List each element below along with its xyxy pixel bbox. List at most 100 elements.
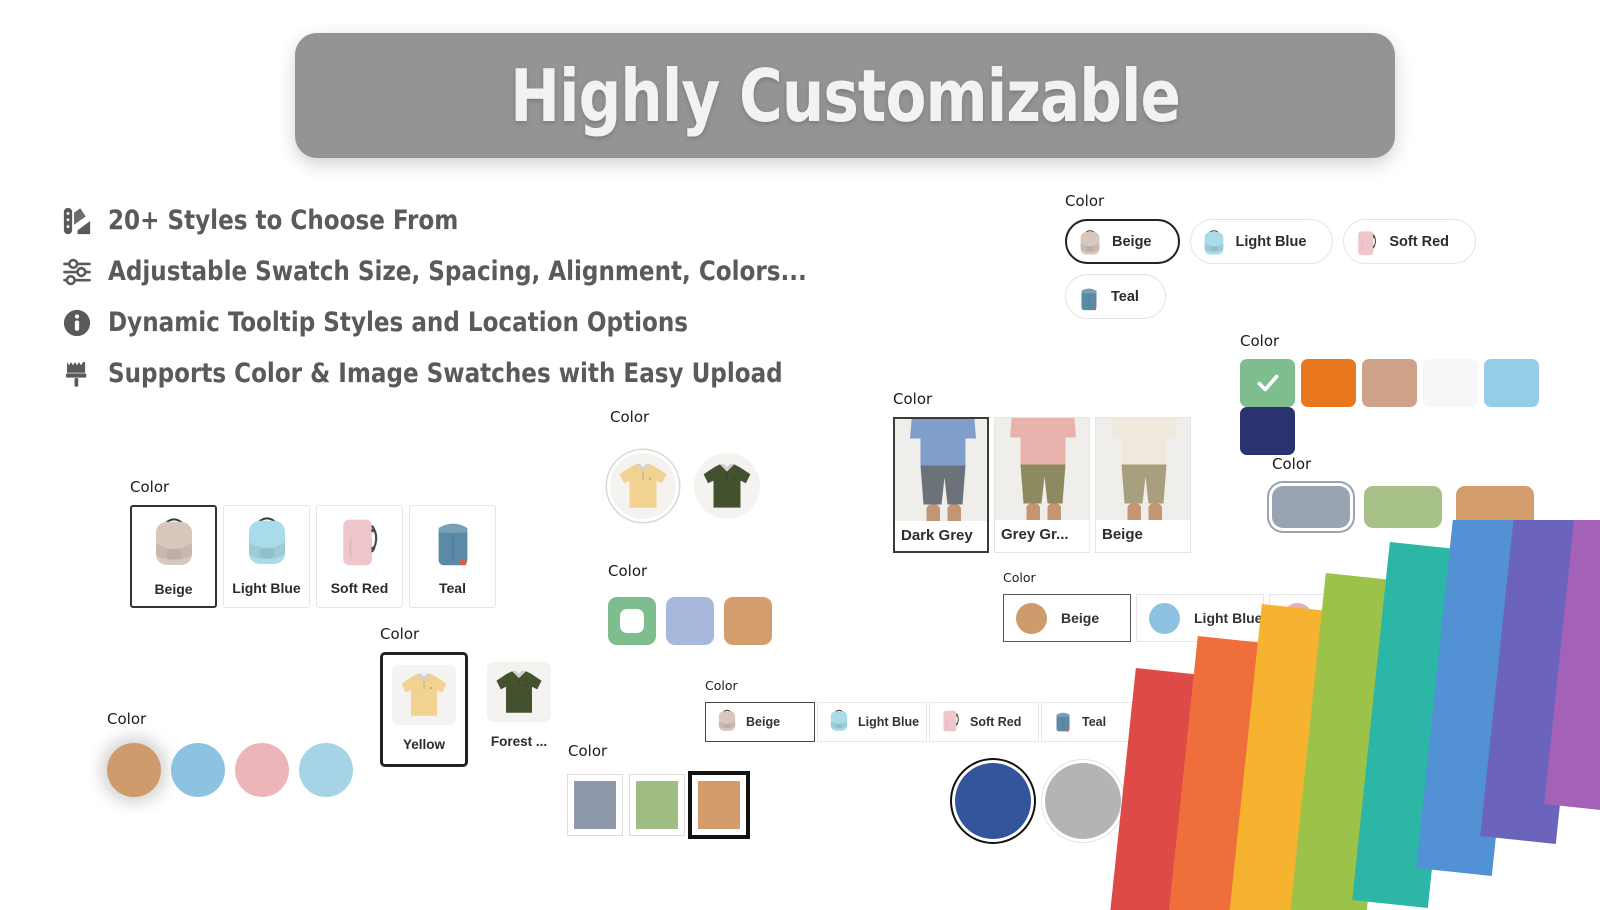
backpack-icon bbox=[1076, 282, 1102, 312]
swatch-rect-tan[interactable] bbox=[1456, 486, 1534, 528]
page-title: Highly Customizable bbox=[510, 53, 1181, 138]
swatch-spill-teal[interactable]: Teal bbox=[1041, 702, 1151, 742]
swatch-label: Soft Red bbox=[1327, 610, 1385, 626]
feature-label: 20+ Styles to Choose From bbox=[108, 205, 459, 236]
swatch-square-light-blue[interactable] bbox=[1484, 359, 1539, 407]
group-label: Color bbox=[1003, 570, 1036, 585]
swatch-rect-grey-blue[interactable] bbox=[1272, 486, 1350, 528]
swatch-framed-grey-blue[interactable] bbox=[567, 774, 623, 836]
swatch-label: Beige bbox=[1061, 610, 1100, 626]
swatch-card-soft-red[interactable]: Soft Red bbox=[316, 505, 403, 608]
swatch-label: Teal bbox=[1111, 288, 1139, 305]
swatch-card-forest[interactable]: Forest ... bbox=[482, 652, 556, 767]
swatch-square-green[interactable] bbox=[1240, 359, 1295, 407]
swatch-circle-yellow-polo[interactable] bbox=[610, 453, 676, 519]
swatch-framed-tan[interactable] bbox=[688, 771, 750, 839]
selected-indicator bbox=[620, 609, 644, 633]
swatch-pill-teal[interactable]: Teal bbox=[1065, 274, 1166, 319]
swatch-card-grey-green[interactable]: Grey Gr... bbox=[994, 417, 1090, 553]
swatch-group-squares-check: Color bbox=[1240, 332, 1600, 455]
group-label: Color bbox=[705, 678, 738, 693]
swatch-bigcircle-royal-blue[interactable] bbox=[955, 763, 1031, 839]
swatch-pill-soft-red[interactable]: Soft Red bbox=[1343, 219, 1476, 264]
swatch-square-off-white[interactable] bbox=[1423, 359, 1478, 407]
swatch-group-cards-polo: Color Yellow Forest ... bbox=[380, 625, 570, 767]
swatch-square-orange[interactable] bbox=[1301, 359, 1356, 407]
swatch-group-rounded-rects: Color bbox=[1272, 455, 1548, 528]
swatch-card-dark-grey[interactable]: Dark Grey bbox=[893, 417, 989, 553]
swatch-label: Soft Red bbox=[1389, 233, 1449, 250]
swatch-label: Beige bbox=[154, 581, 193, 597]
feature-label: Supports Color & Image Swatches with Eas… bbox=[108, 358, 783, 389]
polo-shirt-icon bbox=[698, 459, 756, 513]
feature-item: Dynamic Tooltip Styles and Location Opti… bbox=[62, 297, 942, 348]
swatch-spill-light-blue[interactable]: Light Blue bbox=[817, 702, 927, 742]
swatch-circle-forest-polo[interactable] bbox=[694, 453, 760, 519]
swatch-framed-sage[interactable] bbox=[629, 774, 685, 836]
model-photo bbox=[995, 418, 1089, 520]
swatch-book-icon bbox=[62, 206, 108, 236]
backpack-icon bbox=[1354, 227, 1380, 257]
polo-shirt-icon bbox=[614, 459, 672, 513]
color-dot bbox=[1415, 602, 1446, 634]
swatch-square-navy[interactable] bbox=[1240, 407, 1295, 455]
group-label: Color bbox=[1240, 332, 1280, 350]
backpack-icon bbox=[940, 707, 962, 738]
swatch-card-beige[interactable]: Beige bbox=[130, 505, 217, 608]
swatch-group-cards-backpacks: Color Beige Light Blue Soft Red Teal bbox=[130, 478, 502, 608]
check-icon bbox=[1255, 370, 1281, 396]
swatch-ccard-extra[interactable] bbox=[1402, 594, 1530, 642]
swatch-inner-periwinkle[interactable] bbox=[666, 597, 714, 645]
fan-bar-magenta bbox=[1544, 520, 1600, 812]
group-label: Color bbox=[380, 625, 420, 643]
swatch-label: Light Blue bbox=[858, 715, 920, 729]
swatch-circle-blue[interactable] bbox=[171, 743, 225, 797]
backpack-icon bbox=[716, 707, 738, 738]
feature-item: Adjustable Swatch Size, Spacing, Alignme… bbox=[62, 246, 942, 297]
swatch-inner-tan[interactable] bbox=[724, 597, 772, 645]
feature-item: Supports Color & Image Swatches with Eas… bbox=[62, 348, 942, 399]
swatch-circle-light-blue[interactable] bbox=[299, 743, 353, 797]
swatch-pill-beige[interactable]: Beige bbox=[1065, 219, 1180, 264]
paintbrush-icon bbox=[62, 359, 108, 389]
group-label: Color bbox=[568, 742, 608, 760]
fan-bar-purple bbox=[1480, 520, 1594, 844]
swatch-square-tan[interactable] bbox=[1362, 359, 1417, 407]
swatch-rect-sage[interactable] bbox=[1364, 486, 1442, 528]
group-label: Color bbox=[107, 710, 147, 728]
swatch-label: Soft Red bbox=[330, 580, 389, 596]
swatch-label: Soft Red bbox=[970, 715, 1022, 729]
swatch-circle-pink[interactable] bbox=[235, 743, 289, 797]
swatch-card-teal[interactable]: Teal bbox=[409, 505, 496, 608]
swatch-ccard-soft-red[interactable]: Soft Red bbox=[1269, 594, 1397, 642]
swatch-spill-beige[interactable]: Beige bbox=[705, 702, 815, 742]
group-label: Color bbox=[608, 562, 648, 580]
swatch-card-beige-model[interactable]: Beige bbox=[1095, 417, 1191, 553]
swatch-group-small-pills: Color Beige Light Blue Soft Red Teal bbox=[705, 678, 1153, 742]
swatch-ccard-beige[interactable]: Beige bbox=[1003, 594, 1131, 642]
swatch-pill-light-blue[interactable]: Light Blue bbox=[1189, 219, 1334, 264]
color-dot bbox=[1149, 602, 1180, 634]
backpack-icon bbox=[317, 506, 402, 574]
swatch-label: Forest ... bbox=[490, 734, 548, 749]
backpack-icon bbox=[224, 506, 309, 574]
polo-shirt-icon bbox=[383, 655, 465, 727]
swatch-group-framed-squares: Color bbox=[567, 742, 754, 839]
color-dot bbox=[1282, 602, 1313, 634]
swatch-spill-soft-red[interactable]: Soft Red bbox=[929, 702, 1039, 742]
swatch-card-yellow[interactable]: Yellow bbox=[380, 652, 468, 767]
feature-list: 20+ Styles to Choose From Adjustable Swa… bbox=[62, 195, 942, 399]
group-label: Color bbox=[610, 408, 650, 426]
backpack-icon bbox=[132, 507, 215, 575]
swatch-label: Beige bbox=[1112, 233, 1152, 250]
backpack-icon bbox=[828, 707, 850, 738]
backpack-icon bbox=[1052, 707, 1074, 738]
swatch-card-light-blue[interactable]: Light Blue bbox=[223, 505, 310, 608]
swatch-circle-tan[interactable] bbox=[107, 743, 161, 797]
swatch-inner-green[interactable] bbox=[608, 597, 656, 645]
swatch-bigcircle-grey[interactable] bbox=[1045, 763, 1121, 839]
backpack-icon bbox=[1077, 227, 1103, 257]
group-label: Color bbox=[130, 478, 170, 496]
swatch-group-circles-plain: Color bbox=[107, 710, 363, 797]
swatch-ccard-light-blue[interactable]: Light Blue bbox=[1136, 594, 1264, 642]
